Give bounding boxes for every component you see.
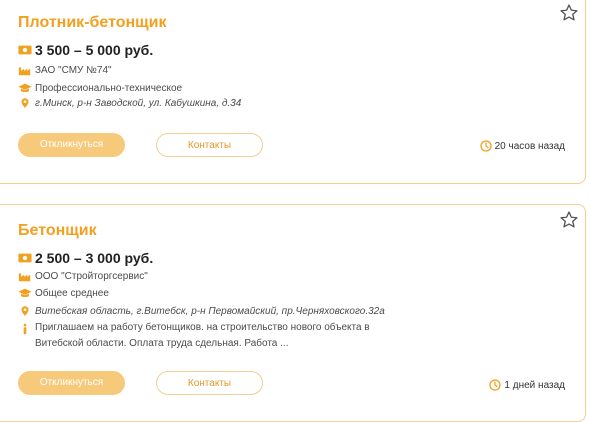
location-icon [21,98,29,108]
star-icon[interactable] [559,3,579,23]
factory-icon [18,273,31,282]
posted-time: 20 часов назад [479,140,565,152]
education-icon [18,83,32,93]
address-row: Витебская область, г.Витебск, р-н Первом… [18,305,385,317]
company-row: ЗАО "СМУ №74" [18,64,112,76]
respond-button[interactable]: Откликнуться [18,371,125,395]
description-row [18,323,35,335]
factory-icon [18,67,31,76]
respond-button[interactable]: Откликнуться [18,133,125,157]
vacancy-title[interactable]: Бетонщик [18,222,97,240]
vacancy-description: Приглашаем на работу бетонщиков. на стро… [35,322,370,349]
salary: 2 500 – 3 000 руб. [35,250,154,266]
salary-row: 2 500 – 3 000 руб. [18,250,153,266]
clock-icon [489,379,502,391]
clock-icon [479,140,492,152]
vacancy-title[interactable]: Плотник-бетонщик [18,14,166,32]
posted-time-text: 20 часов назад [494,140,565,152]
salary-row: 3 500 – 5 000 руб. [18,42,153,58]
contacts-button[interactable]: Контакты [156,133,263,157]
education-level: Профессионально-техническое [35,82,183,94]
company-name[interactable]: ООО "Стройторгсервис" [35,271,148,282]
info-icon [23,323,27,335]
posted-time-text: 1 дней назад [504,379,565,391]
company-name[interactable]: ЗАО "СМУ №74" [35,65,112,76]
education-level: Общее среднее [35,287,109,299]
contacts-button[interactable]: Контакты [156,371,263,395]
salary: 3 500 – 5 000 руб. [35,42,154,58]
education-icon [18,288,32,298]
education-row: Общее среднее [18,287,109,299]
address: г.Минск, р-н Заводской, ул. Кабушкина, д… [35,97,242,109]
address-row: г.Минск, р-н Заводской, ул. Кабушкина, д… [18,97,241,109]
money-icon [18,253,32,263]
vacancy-card[interactable]: Плотник-бетонщик 3 500 – 5 000 руб. ЗАО … [0,0,586,184]
posted-time: 1 дней назад [489,379,565,391]
location-icon [21,306,29,316]
vacancy-card[interactable]: Бетонщик 2 500 – 3 000 руб. ООО "Стройто… [0,204,586,422]
money-icon [18,45,32,55]
star-icon[interactable] [559,210,579,230]
address: Витебская область, г.Витебск, р-н Первом… [35,305,385,317]
education-row: Профессионально-техническое [18,82,182,94]
company-row: ООО "Стройторгсервис" [18,270,148,282]
